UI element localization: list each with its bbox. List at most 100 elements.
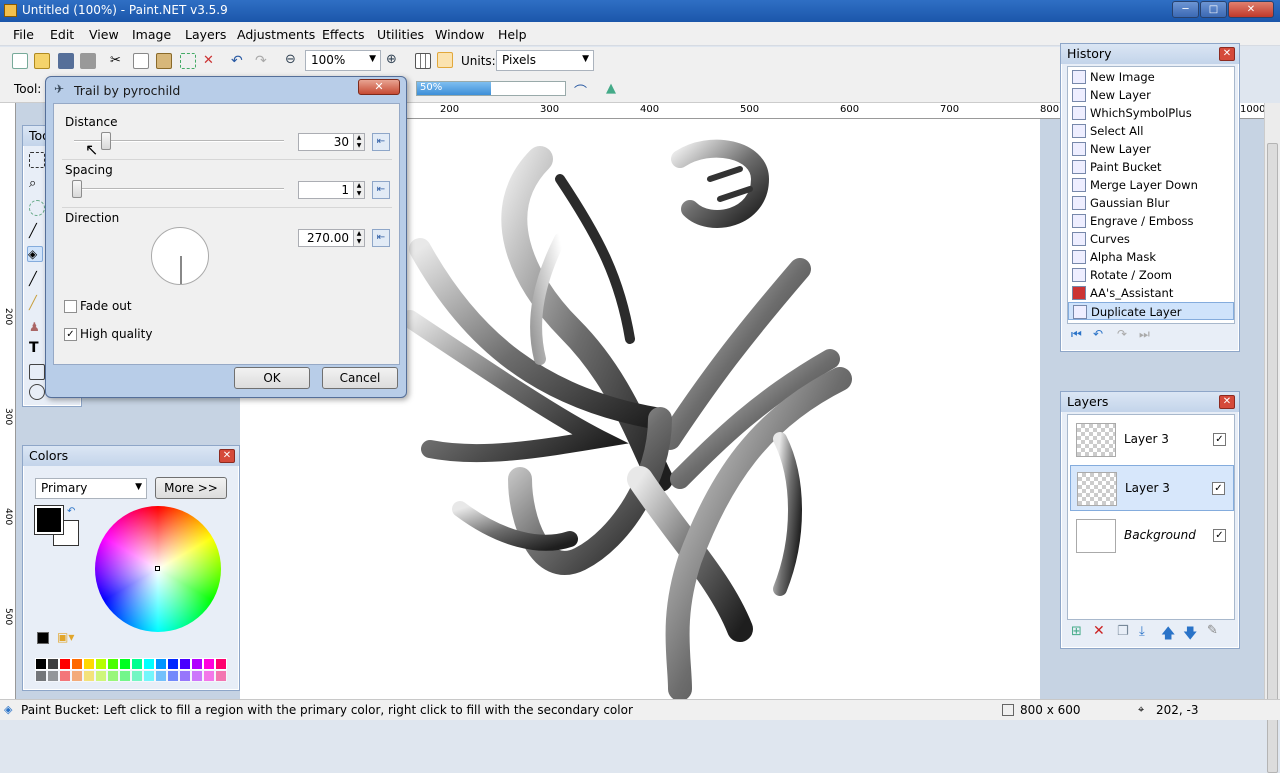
- palette-swatch[interactable]: [47, 670, 59, 682]
- palette-swatch[interactable]: [191, 670, 203, 682]
- palette-swatch[interactable]: [83, 658, 95, 670]
- zoom-in-icon[interactable]: ⊕: [386, 52, 402, 68]
- palette-swatch[interactable]: [131, 670, 143, 682]
- move-layer-down-icon[interactable]: 🡇: [1183, 623, 1197, 647]
- rulers-icon[interactable]: [437, 52, 453, 68]
- menu-layers[interactable]: Layers: [185, 27, 226, 42]
- grid-icon[interactable]: [415, 53, 431, 69]
- deselect-icon[interactable]: ✕: [203, 53, 219, 69]
- palette-swatch[interactable]: [71, 658, 83, 670]
- copy-icon[interactable]: [133, 53, 149, 69]
- palette-swatch[interactable]: [203, 658, 215, 670]
- spacing-input[interactable]: 1: [298, 181, 354, 199]
- palette-swatch[interactable]: [203, 670, 215, 682]
- clone-stamp-icon[interactable]: ♟: [29, 320, 45, 336]
- palette-swatch[interactable]: [215, 658, 227, 670]
- merge-layer-down-icon[interactable]: ⤓: [1139, 624, 1145, 639]
- zoom-tool-icon[interactable]: ⌕: [29, 176, 45, 192]
- distance-input[interactable]: 30: [298, 133, 354, 151]
- menu-adjustments[interactable]: Adjustments: [237, 27, 315, 42]
- pencil-icon[interactable]: ╱: [29, 296, 45, 312]
- palette-swatch[interactable]: [131, 658, 143, 670]
- menu-help[interactable]: Help: [498, 27, 527, 42]
- layer-item[interactable]: Layer 3 ✓: [1070, 417, 1234, 463]
- zoom-out-icon[interactable]: ⊖: [285, 52, 301, 68]
- palette-primary-icon[interactable]: [37, 632, 49, 644]
- direction-reset-button[interactable]: ⇤: [372, 229, 390, 247]
- antialias-icon[interactable]: ⌒: [574, 81, 590, 100]
- minimize-button[interactable]: ─: [1172, 1, 1199, 18]
- cut-icon[interactable]: ✂: [110, 53, 126, 69]
- history-item[interactable]: Gaussian Blur: [1068, 194, 1234, 212]
- layer-visibility-checkbox[interactable]: ✓: [1212, 482, 1225, 495]
- palette-swatch[interactable]: [167, 670, 179, 682]
- units-select[interactable]: Pixels ▼: [496, 50, 594, 71]
- palette-swatch[interactable]: [95, 658, 107, 670]
- layer-properties-icon[interactable]: ✎: [1207, 623, 1218, 638]
- palette-swatch[interactable]: [191, 658, 203, 670]
- new-image-icon[interactable]: [12, 53, 28, 69]
- more-colors-button[interactable]: More >>: [155, 477, 227, 499]
- distance-spinner[interactable]: ▲ ▼: [353, 133, 365, 151]
- distance-slider-thumb[interactable]: [100, 132, 111, 150]
- maximize-button[interactable]: □: [1200, 1, 1227, 18]
- palette-swatch[interactable]: [119, 658, 131, 670]
- palette-swatch[interactable]: [35, 658, 47, 670]
- history-close-button[interactable]: ✕: [1219, 47, 1235, 61]
- rewind-icon[interactable]: ⏮: [1071, 327, 1082, 342]
- open-icon[interactable]: [34, 53, 50, 69]
- direction-spinner[interactable]: ▲ ▼: [353, 229, 365, 247]
- ellipse-select-icon[interactable]: [29, 200, 45, 216]
- palette-swatch[interactable]: [107, 658, 119, 670]
- colors-close-button[interactable]: ✕: [219, 449, 235, 463]
- paintbrush-icon[interactable]: ╱: [29, 272, 45, 288]
- ellipse-tool-icon[interactable]: [29, 384, 45, 400]
- history-item[interactable]: New Layer: [1068, 86, 1234, 104]
- palette-swatch[interactable]: [155, 670, 167, 682]
- palette-swatch[interactable]: [35, 670, 47, 682]
- layer-item[interactable]: Background ✓: [1070, 513, 1234, 559]
- history-item-selected[interactable]: Duplicate Layer: [1068, 302, 1234, 320]
- blend-mode-icon[interactable]: ▲: [606, 81, 622, 97]
- history-item[interactable]: Alpha Mask: [1068, 248, 1234, 266]
- move-layer-up-icon[interactable]: 🡅: [1161, 623, 1175, 647]
- magic-wand-icon[interactable]: ╱: [29, 224, 45, 240]
- palette-swatch[interactable]: [179, 658, 191, 670]
- palette-swatch[interactable]: [167, 658, 179, 670]
- palette-swatch[interactable]: [59, 670, 71, 682]
- fast-forward-icon[interactable]: ⏭: [1139, 327, 1150, 342]
- menu-view[interactable]: View: [89, 27, 119, 42]
- paint-bucket-icon[interactable]: ◈: [27, 246, 43, 262]
- palette-swatch[interactable]: [119, 670, 131, 682]
- palette-swatch[interactable]: [107, 670, 119, 682]
- rectangle-select-icon[interactable]: [29, 152, 45, 168]
- color-wheel[interactable]: [95, 506, 221, 632]
- rectangle-tool-icon[interactable]: [29, 364, 45, 380]
- palette-swatch[interactable]: [95, 670, 107, 682]
- cancel-button[interactable]: Cancel: [322, 367, 398, 389]
- history-undo-icon[interactable]: ↶: [1093, 327, 1103, 341]
- close-window-button[interactable]: ✕: [1228, 1, 1274, 18]
- palette-swatch[interactable]: [155, 658, 167, 670]
- history-item[interactable]: Merge Layer Down: [1068, 176, 1234, 194]
- palette-swatch[interactable]: [215, 670, 227, 682]
- menu-image[interactable]: Image: [132, 27, 171, 42]
- history-item[interactable]: Engrave / Emboss: [1068, 212, 1234, 230]
- print-icon[interactable]: [80, 53, 96, 69]
- add-layer-icon[interactable]: ⊞: [1071, 624, 1082, 639]
- color-mode-select[interactable]: Primary ▼: [35, 478, 147, 499]
- palette-menu-icon[interactable]: ▣▾: [57, 630, 74, 644]
- paste-icon[interactable]: [156, 53, 172, 69]
- spacing-slider-track[interactable]: [74, 188, 284, 190]
- dialog-close-button[interactable]: ✕: [358, 79, 400, 95]
- ok-button[interactable]: OK: [234, 367, 310, 389]
- menu-window[interactable]: Window: [435, 27, 484, 42]
- menu-edit[interactable]: Edit: [50, 27, 74, 42]
- spacing-reset-button[interactable]: ⇤: [372, 181, 390, 199]
- text-tool-icon[interactable]: T: [29, 340, 45, 356]
- crop-icon[interactable]: [180, 53, 196, 69]
- palette-swatch[interactable]: [71, 670, 83, 682]
- history-redo-icon[interactable]: ↷: [1117, 327, 1127, 341]
- direction-input[interactable]: 270.00: [298, 229, 354, 247]
- redo-icon[interactable]: ↷: [255, 53, 271, 69]
